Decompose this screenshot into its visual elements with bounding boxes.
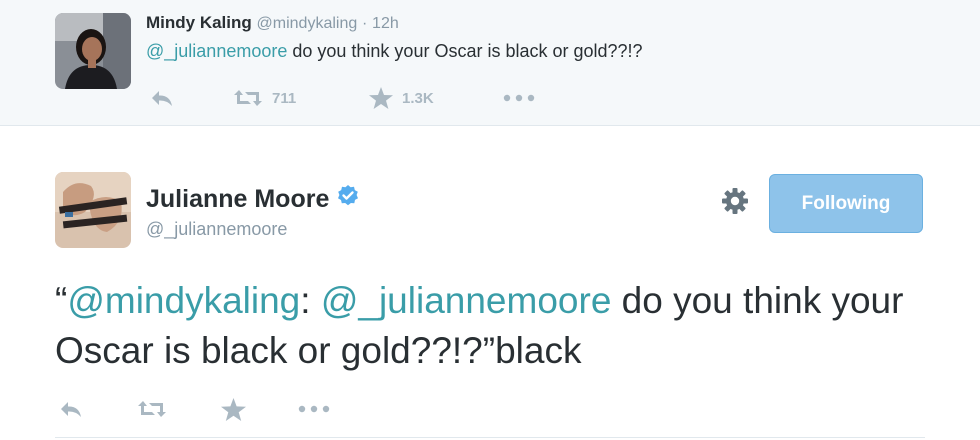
author-name-main[interactable]: Julianne Moore — [146, 184, 360, 215]
reply-icon — [152, 91, 172, 106]
user-actions-gear-icon[interactable] — [720, 186, 750, 221]
colon-text: : — [300, 280, 321, 321]
following-button[interactable]: Following — [769, 174, 923, 233]
tweet-time[interactable]: 12h — [372, 15, 399, 32]
author-handle[interactable]: @mindykaling — [257, 15, 358, 32]
retweet-icon — [234, 90, 262, 106]
more-dots-icon — [503, 94, 535, 102]
retweet-button[interactable]: 711 — [233, 86, 296, 110]
reply-icon — [61, 402, 81, 417]
meta-separator: · — [361, 15, 368, 32]
divider — [55, 437, 925, 438]
mention-link[interactable]: @_juliannemoore — [146, 41, 287, 61]
author-name-text: Julianne Moore — [146, 185, 330, 213]
retweet-icon — [138, 401, 166, 417]
open-quote: “ — [55, 280, 68, 321]
verified-badge-icon — [336, 184, 360, 215]
favorite-count: 1.3K — [402, 89, 434, 107]
star-icon — [221, 397, 246, 421]
favorite-button[interactable]: 1.3K — [369, 86, 434, 110]
retweet-button-main[interactable] — [136, 397, 168, 421]
reply-button-main[interactable] — [58, 397, 84, 421]
replied-tweet: Mindy Kaling @mindykaling · 12h @_julian… — [0, 0, 980, 126]
mention-link-mindykaling[interactable]: @mindykaling — [67, 280, 300, 321]
replied-tweet-header: Mindy Kaling @mindykaling · 12h — [146, 13, 399, 33]
star-icon — [369, 87, 393, 109]
main-tweet-text: “@mindykaling: @_juliannemoore do you th… — [55, 276, 935, 376]
mention-link-juliannemoore[interactable]: @_juliannemoore — [321, 280, 612, 321]
replied-tweet-text: @_juliannemoore do you think your Oscar … — [146, 41, 643, 62]
author-name[interactable]: Mindy Kaling — [146, 13, 252, 32]
favorite-button-main[interactable] — [221, 397, 246, 421]
more-button-main[interactable] — [298, 397, 330, 421]
author-handle-main[interactable]: @_juliannemoore — [146, 219, 287, 240]
more-dots-icon — [298, 405, 330, 413]
more-button[interactable] — [503, 86, 535, 110]
julianne-moore-avatar[interactable] — [55, 172, 131, 248]
tweet-body: do you think your Oscar is black or gold… — [287, 41, 643, 61]
retweet-count: 711 — [272, 89, 297, 107]
reply-button[interactable] — [150, 86, 174, 110]
mindy-kaling-avatar[interactable] — [55, 13, 131, 89]
